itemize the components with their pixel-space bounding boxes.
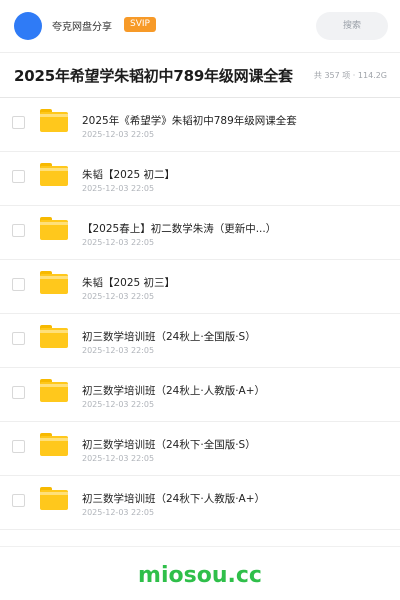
select-checkbox[interactable]	[12, 332, 25, 345]
folder-icon	[40, 217, 68, 240]
list-item[interactable]: 2025年《希望学》朱韬初中789年级网课全套 2025-12-03 22:05	[0, 98, 400, 152]
share-title-bar: 2025年希望学朱韬初中789年级网课全套 共 357 项 · 114.2G	[0, 53, 400, 97]
svip-badge: SVIP	[124, 17, 156, 32]
item-summary: 共 357 项 · 114.2G	[313, 71, 387, 80]
select-checkbox[interactable]	[12, 440, 25, 453]
file-date: 2025-12-03 22:05	[82, 238, 155, 247]
file-name[interactable]: 初三数学培训班（24秋上·人教版·A+）	[82, 383, 265, 398]
select-checkbox[interactable]	[12, 224, 25, 237]
app-header: 夸克网盘分享 SVIP 搜索	[0, 0, 400, 52]
select-checkbox[interactable]	[12, 116, 25, 129]
file-date: 2025-12-03 22:05	[82, 292, 155, 301]
file-date: 2025-12-03 22:05	[82, 508, 155, 517]
file-name[interactable]: 初三数学培训班（24秋下·人教版·A+）	[82, 491, 265, 506]
folder-icon	[40, 109, 68, 132]
file-name[interactable]: 初三数学培训班（24秋上·全国版·S）	[82, 329, 256, 344]
file-date: 2025-12-03 22:05	[82, 346, 155, 355]
avatar[interactable]	[14, 12, 42, 40]
folder-icon	[40, 433, 68, 456]
select-checkbox[interactable]	[12, 494, 25, 507]
file-date: 2025-12-03 22:05	[82, 130, 155, 139]
file-name[interactable]: 朱韬【2025 初二】	[82, 167, 175, 182]
folder-icon	[40, 271, 68, 294]
page-title: 2025年希望学朱韬初中789年级网课全套	[14, 67, 293, 85]
list-item[interactable]: 初三数学培训班（24秋上·人教版·A+） 2025-12-03 22:05	[0, 368, 400, 422]
file-name[interactable]: 【2025春上】初二数学朱涛（更新中...）	[82, 221, 276, 236]
folder-icon	[40, 487, 68, 510]
list-item[interactable]: 朱韬【2025 初二】 2025-12-03 22:05	[0, 152, 400, 206]
file-name[interactable]: 朱韬【2025 初三】	[82, 275, 175, 290]
select-checkbox[interactable]	[12, 170, 25, 183]
select-checkbox[interactable]	[12, 278, 25, 291]
file-date: 2025-12-03 22:05	[82, 454, 155, 463]
file-list: 2025年《希望学》朱韬初中789年级网课全套 2025-12-03 22:05 朱…	[0, 98, 400, 530]
folder-icon	[40, 325, 68, 348]
list-item[interactable]: 初三数学培训班（24秋下·人教版·A+） 2025-12-03 22:05	[0, 476, 400, 530]
file-date: 2025-12-03 22:05	[82, 184, 155, 193]
file-date: 2025-12-03 22:05	[82, 400, 155, 409]
search-input[interactable]: 搜索	[316, 12, 388, 40]
file-name[interactable]: 初三数学培训班（24秋下·全国版·S）	[82, 437, 256, 452]
select-checkbox[interactable]	[12, 386, 25, 399]
list-item[interactable]: 朱韬【2025 初三】 2025-12-03 22:05	[0, 260, 400, 314]
list-item[interactable]: 初三数学培训班（24秋下·全国版·S） 2025-12-03 22:05	[0, 422, 400, 476]
brand-name: 夸克网盘分享	[52, 22, 112, 33]
list-item[interactable]: 【2025春上】初二数学朱涛（更新中...） 2025-12-03 22:05	[0, 206, 400, 260]
folder-icon	[40, 163, 68, 186]
folder-icon	[40, 379, 68, 402]
file-name[interactable]: 2025年《希望学》朱韬初中789年级网课全套	[82, 113, 297, 128]
footer-divider	[0, 546, 400, 547]
list-item[interactable]: 初三数学培训班（24秋上·全国版·S） 2025-12-03 22:05	[0, 314, 400, 368]
watermark: miosou.cc	[138, 563, 262, 588]
